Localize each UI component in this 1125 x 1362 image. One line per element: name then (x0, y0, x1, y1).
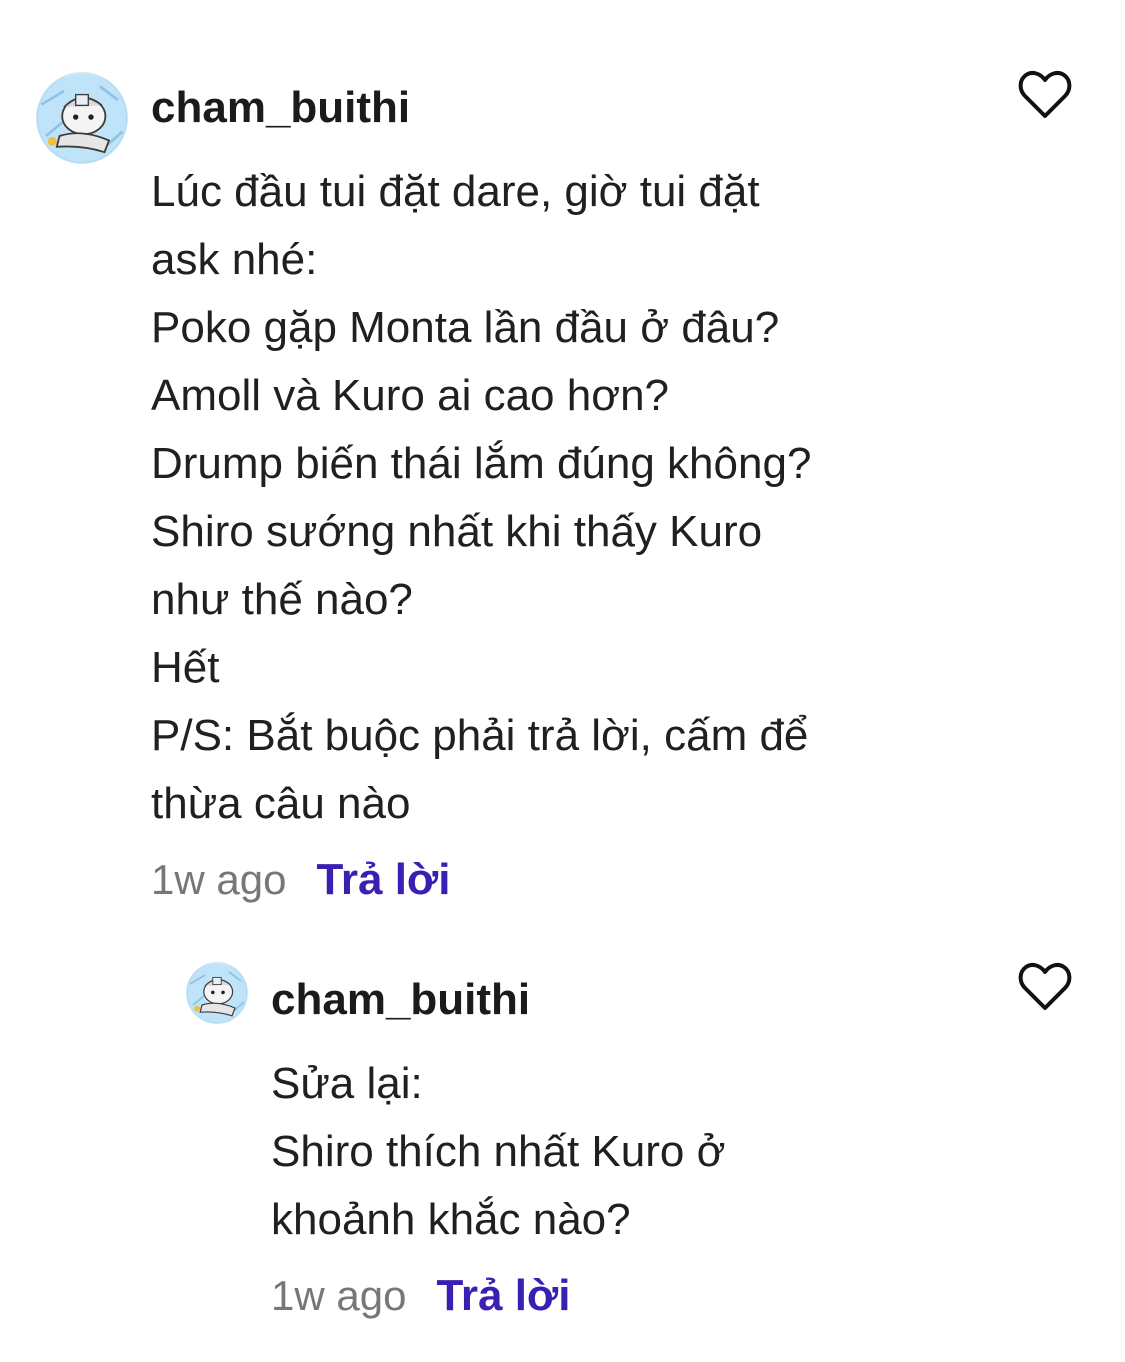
avatar-image (37, 73, 127, 163)
username[interactable]: cham_buithi (151, 86, 410, 130)
comment-timestamp: 1w ago (151, 856, 287, 903)
comment-text-line: Shiro sướng nhất khi thấy Kuro (151, 507, 763, 556)
comment-meta: 1w ago Trả lời (271, 1271, 570, 1321)
comment-text-line: Poko gặp Monta lần đầu ở đâu? (151, 303, 780, 352)
comment-meta: 1w ago Trả lời (151, 855, 450, 905)
comment-text-line: thừa câu nào (151, 779, 411, 828)
comment-text: Sửa lại: Shiro thích nhất Kuro ở khoảnh … (271, 1050, 971, 1254)
avatar-image (187, 963, 247, 1023)
comment-text: Lúc đầu tui đặt dare, giờ tui đặt ask nh… (151, 158, 1051, 838)
reply-button[interactable]: Trả lời (436, 1271, 570, 1321)
comment-text-line: P/S: Bắt buộc phải trả lời, cấm để (151, 711, 809, 760)
comment-text-line: Lúc đầu tui đặt dare, giờ tui đặt (151, 167, 760, 216)
comment-text-line: như thế nào? (151, 575, 413, 624)
comment-text-line: Shiro thích nhất Kuro ở (271, 1127, 726, 1176)
avatar[interactable] (186, 962, 248, 1024)
avatar[interactable] (36, 72, 128, 164)
comment-text-line: khoảnh khắc nào? (271, 1195, 631, 1244)
comment-text-line: Drump biến thái lắm đúng không? (151, 439, 812, 488)
comment-item: cham_buithi Lúc đầu tui đặt dare, giờ tu… (0, 70, 1125, 930)
heart-outline-icon (1018, 962, 1072, 1010)
heart-outline-icon (1018, 70, 1072, 118)
comment-text-line: Hết (151, 643, 220, 692)
comment-text-line: Amoll và Kuro ai cao hơn? (151, 371, 670, 420)
reply-button[interactable]: Trả lời (316, 855, 450, 905)
like-button[interactable] (1017, 70, 1073, 120)
comment-text-line: ask nhé: (151, 235, 318, 284)
reply-comment-item: cham_buithi Sửa lại: Shiro thích nhất Ku… (0, 962, 1125, 1342)
username[interactable]: cham_buithi (271, 978, 530, 1022)
comment-text-line: Sửa lại: (271, 1059, 423, 1108)
like-button[interactable] (1017, 962, 1073, 1012)
comment-timestamp: 1w ago (271, 1272, 407, 1319)
